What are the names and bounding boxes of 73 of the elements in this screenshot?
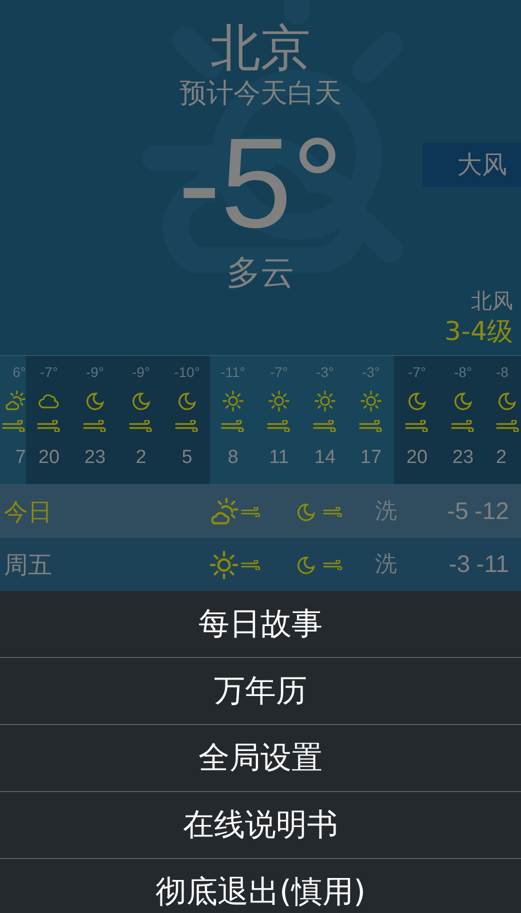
hourly-temperature: -9°: [86, 363, 104, 382]
hourly-time: 14: [314, 446, 336, 470]
crescent-moon-icon: [130, 390, 152, 412]
sun-cloud-icon: [4, 390, 26, 412]
crescent-moon-icon: [84, 390, 106, 412]
crescent-moon-icon: [406, 390, 428, 412]
wind-icon: [323, 560, 343, 570]
hourly-time: 20: [38, 446, 60, 470]
wind-icon: [241, 560, 261, 570]
hourly-time: 23: [452, 446, 474, 470]
wind-icon: [221, 420, 245, 432]
wind-direction: 北风: [471, 288, 513, 315]
city-name: 北京: [210, 18, 310, 78]
wind-icon: [451, 420, 475, 432]
wind-icon: [496, 420, 520, 432]
wind-icon: [83, 420, 107, 432]
hourly-temperature: -3°: [316, 363, 334, 382]
wind-force: 3-4级: [444, 316, 513, 349]
hourly-temperature: -10°: [174, 363, 200, 382]
wind-icon: [313, 420, 337, 432]
crescent-moon-icon: [176, 390, 198, 412]
high-temperature: -5: [446, 496, 468, 526]
menu-item[interactable]: 每日故事: [0, 591, 521, 658]
day-label: 今日: [4, 496, 53, 528]
hourly-temperature: -8: [496, 363, 508, 382]
sun-icon: [360, 390, 382, 412]
hourly-temperature: -7°: [270, 363, 288, 382]
weather-condition: 多云: [226, 252, 294, 294]
sun-cloud-icon: [209, 496, 239, 526]
current-temperature: -5°: [178, 118, 343, 250]
hourly-time: 5: [182, 446, 192, 470]
forecast-label: 预计今天白天: [180, 78, 342, 110]
sun-icon: [268, 390, 290, 412]
sun-icon: [222, 390, 244, 412]
wind-icon: [359, 420, 383, 432]
low-temperature: -11: [476, 550, 509, 580]
menu-item[interactable]: 在线说明书: [0, 792, 521, 859]
wind-icon: [129, 420, 153, 432]
menu-item[interactable]: 全局设置: [0, 725, 521, 792]
hourly-temperature: -11°: [220, 363, 246, 382]
wind-icon: [175, 420, 199, 432]
wind-icon: [405, 420, 429, 432]
crescent-moon-icon: [452, 390, 474, 412]
hourly-temperature: -7°: [40, 363, 58, 382]
low-temperature: -12: [474, 496, 509, 526]
hourly-temperature: -7°: [408, 363, 426, 382]
hourly-time: 20: [406, 446, 428, 470]
high-temperature: -3: [448, 550, 470, 580]
alert-badge: 大风: [423, 143, 521, 187]
wind-icon: [241, 506, 261, 516]
hourly-temperature: -3°: [362, 363, 380, 382]
hourly-time: 11: [269, 446, 289, 470]
hourly-temperature: -8°: [454, 363, 472, 382]
menu-item[interactable]: 万年历: [0, 658, 521, 725]
hourly-temperature: -9°: [132, 363, 150, 382]
wash-label: 洗: [375, 551, 398, 579]
hourly-time: 7: [15, 446, 26, 470]
hourly-time: 2: [136, 446, 146, 470]
wind-icon: [37, 420, 61, 432]
wind-icon: [323, 506, 343, 516]
hourly-temperature: 6°: [12, 363, 26, 382]
wind-icon: [267, 420, 291, 432]
hourly-time: 23: [84, 446, 106, 470]
wind-icon: [2, 420, 26, 432]
sun-icon: [209, 550, 239, 580]
hourly-time: 8: [228, 446, 238, 470]
hourly-time: 17: [360, 446, 382, 470]
wash-label: 洗: [375, 498, 398, 526]
sun-icon: [314, 390, 336, 412]
day-label: 周五: [4, 550, 53, 580]
crescent-moon-icon: [496, 390, 518, 412]
hourly-time: 2: [496, 446, 507, 470]
menu-item[interactable]: 彻底退出(慎用): [0, 859, 521, 913]
